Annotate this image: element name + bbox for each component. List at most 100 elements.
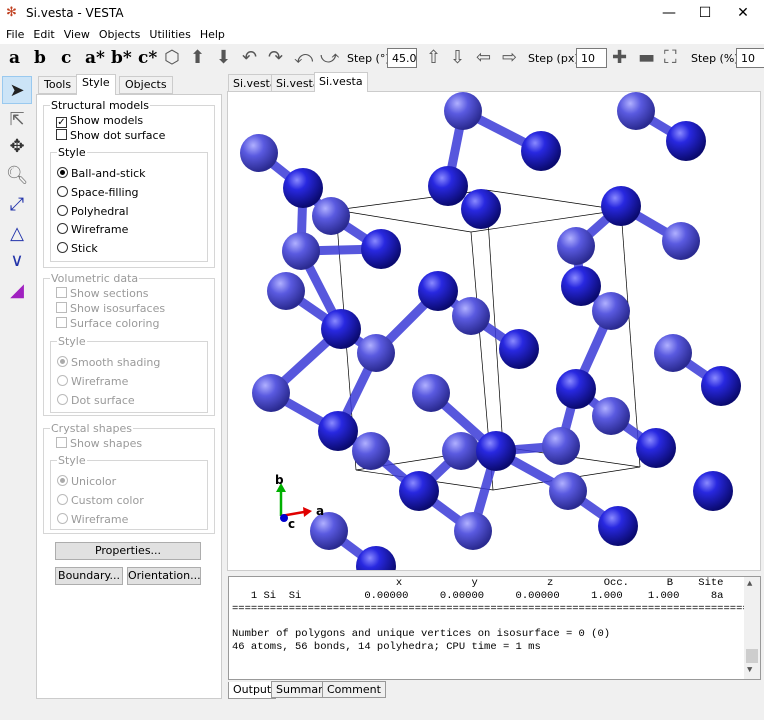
- si-atom[interactable]: [561, 266, 601, 306]
- si-atom[interactable]: [666, 121, 706, 161]
- si-atom[interactable]: [321, 309, 361, 349]
- si-atom[interactable]: [549, 472, 587, 510]
- step-deg-input[interactable]: 45.0: [387, 48, 417, 68]
- si-atom[interactable]: [442, 432, 480, 470]
- menu-help[interactable]: Help: [200, 28, 225, 41]
- output-scrollbar[interactable]: ▲ ▼: [744, 577, 760, 679]
- si-atom[interactable]: [701, 366, 741, 406]
- zoom-in-icon[interactable]: ✚: [612, 47, 627, 68]
- select-tool-icon[interactable]: ➤: [2, 76, 32, 104]
- show-isosurfaces-checkbox[interactable]: Show isosurfaces: [56, 302, 165, 315]
- polyhedron-icon[interactable]: ⬡: [164, 47, 180, 68]
- tab-comment[interactable]: Comment: [322, 681, 386, 698]
- view-b-button[interactable]: b: [34, 48, 46, 68]
- si-atom[interactable]: [592, 292, 630, 330]
- tab-tools[interactable]: Tools: [38, 76, 78, 94]
- distance-tool-icon[interactable]: ⤢: [2, 191, 32, 219]
- rotate-down-icon[interactable]: ⬇: [216, 47, 231, 68]
- si-atom[interactable]: [636, 428, 676, 468]
- view-a-star-button[interactable]: a*: [85, 48, 105, 68]
- move-up-icon[interactable]: ⇧: [426, 47, 441, 68]
- radio-space-filling[interactable]: Space-filling: [57, 186, 139, 199]
- properties-button[interactable]: Properties...: [55, 542, 201, 560]
- si-atom[interactable]: [476, 431, 516, 471]
- show-models-checkbox[interactable]: ✓ Show models: [56, 114, 143, 128]
- dihedral-tool-icon[interactable]: ∨: [2, 247, 32, 275]
- view-a-button[interactable]: a: [9, 48, 20, 68]
- menu-utilities[interactable]: Utilities: [149, 28, 190, 41]
- menu-view[interactable]: View: [64, 28, 90, 41]
- view-c-button[interactable]: c: [61, 48, 71, 68]
- region-select-tool-icon[interactable]: ⇱: [2, 106, 32, 134]
- move-down-icon[interactable]: ⇩: [450, 47, 465, 68]
- si-atom[interactable]: [282, 232, 320, 270]
- menu-objects[interactable]: Objects: [99, 28, 141, 41]
- plane-tool-icon[interactable]: ◢: [2, 277, 32, 305]
- si-atom[interactable]: [654, 334, 692, 372]
- radio-polyhedral[interactable]: Polyhedral: [57, 205, 129, 218]
- menu-edit[interactable]: Edit: [33, 28, 54, 41]
- si-atom[interactable]: [461, 189, 501, 229]
- radio-dot-surface[interactable]: Dot surface: [57, 394, 135, 407]
- step-pct-input[interactable]: 10: [736, 48, 764, 68]
- si-atom[interactable]: [601, 186, 641, 226]
- rotate-right-icon[interactable]: ↷: [268, 47, 283, 68]
- si-atom[interactable]: [499, 329, 539, 369]
- show-sections-checkbox[interactable]: Show sections: [56, 287, 149, 300]
- show-shapes-checkbox[interactable]: Show shapes: [56, 437, 142, 450]
- magnify-tool-icon[interactable]: 🔍︎: [2, 162, 32, 190]
- si-atom[interactable]: [418, 271, 458, 311]
- radio-unicolor[interactable]: Unicolor: [57, 475, 116, 488]
- rotate-up-icon[interactable]: ⬆: [190, 47, 205, 68]
- si-atom[interactable]: [428, 166, 468, 206]
- crystal-structure[interactable]: b a c: [228, 92, 761, 571]
- rotate-ccw-icon[interactable]: ⤺: [294, 47, 313, 68]
- rotate-left-icon[interactable]: ↶: [242, 47, 257, 68]
- structure-viewport[interactable]: b a c: [227, 91, 761, 571]
- surface-coloring-checkbox[interactable]: Surface coloring: [56, 317, 160, 330]
- maximize-button[interactable]: ☐: [688, 0, 722, 26]
- radio-ball-and-stick[interactable]: Ball-and-stick: [57, 167, 146, 180]
- si-atom[interactable]: [662, 222, 700, 260]
- si-atom[interactable]: [454, 512, 492, 550]
- si-atom[interactable]: [357, 334, 395, 372]
- si-atom[interactable]: [318, 411, 358, 451]
- radio-smooth-shading[interactable]: Smooth shading: [57, 356, 160, 369]
- si-atom[interactable]: [693, 471, 733, 511]
- si-atom[interactable]: [412, 374, 450, 412]
- si-atom[interactable]: [252, 374, 290, 412]
- move-right-icon[interactable]: ⇨: [502, 47, 517, 68]
- si-atom[interactable]: [356, 546, 396, 571]
- radio-wireframe[interactable]: Wireframe: [57, 223, 128, 236]
- si-atom[interactable]: [598, 506, 638, 546]
- translate-tool-icon[interactable]: ✥: [2, 133, 32, 161]
- si-atom[interactable]: [542, 427, 580, 465]
- tab-style[interactable]: Style: [76, 74, 116, 95]
- radio-stick[interactable]: Stick: [57, 242, 98, 255]
- view-tab-3-active[interactable]: Si.vesta: [314, 72, 368, 92]
- si-atom[interactable]: [521, 131, 561, 171]
- si-atom[interactable]: [557, 227, 595, 265]
- radio-vol-wireframe[interactable]: Wireframe: [57, 375, 128, 388]
- si-atom[interactable]: [556, 369, 596, 409]
- radio-crystal-wireframe[interactable]: Wireframe: [57, 513, 128, 526]
- si-atom[interactable]: [283, 168, 323, 208]
- tab-objects[interactable]: Objects: [119, 76, 173, 94]
- minimize-button[interactable]: —: [652, 0, 686, 26]
- si-atom[interactable]: [592, 397, 630, 435]
- orientation-button[interactable]: Orientation...: [127, 567, 201, 585]
- tab-output[interactable]: Output: [228, 682, 277, 699]
- radio-custom-color[interactable]: Custom color: [57, 494, 144, 507]
- view-b-star-button[interactable]: b*: [111, 48, 132, 68]
- output-console[interactable]: x y z Occ. B Site Sym. 1 Si Si 0.00000 0…: [228, 576, 761, 680]
- si-atom[interactable]: [444, 92, 482, 130]
- close-button[interactable]: ✕: [726, 0, 760, 26]
- angle-tool-icon[interactable]: △: [2, 220, 32, 248]
- si-atom[interactable]: [352, 432, 390, 470]
- zoom-out-icon[interactable]: ▬: [638, 47, 655, 68]
- boundary-button[interactable]: Boundary...: [55, 567, 123, 585]
- si-atom[interactable]: [312, 197, 350, 235]
- si-atom[interactable]: [361, 229, 401, 269]
- view-c-star-button[interactable]: c*: [138, 48, 157, 68]
- menu-file[interactable]: File: [6, 28, 24, 41]
